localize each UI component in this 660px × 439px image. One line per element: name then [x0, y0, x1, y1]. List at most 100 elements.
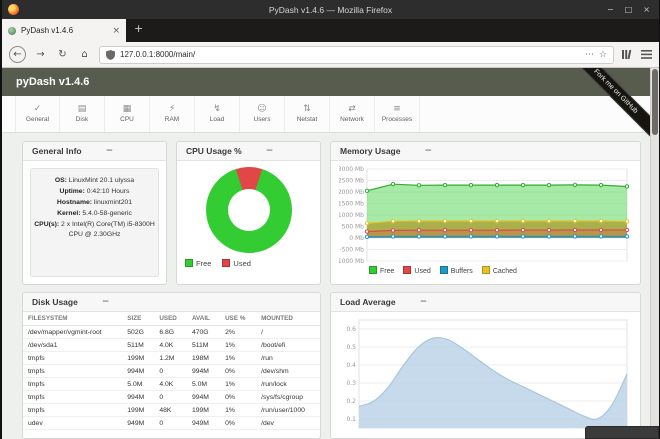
panel-memory-header: Memory Usage − — [331, 142, 640, 161]
legend-item: Buffers — [439, 266, 473, 275]
disk-col-header: Filesystem — [23, 312, 123, 326]
table-cell: 994M — [186, 390, 221, 404]
page-actions-icon[interactable]: ⋯ — [585, 50, 594, 60]
netstat-icon: ⇅ — [303, 104, 311, 114]
window-titlebar[interactable]: PyDash v1.4.6 — Mozilla Firefox − □ × — [2, 0, 659, 19]
svg-text:0 Mb: 0 Mb — [349, 235, 364, 242]
load-average-chart: 0.6 0.5 0.4 0.3 0.2 0.1 — [346, 319, 628, 429]
svg-text:1500 Mb: 1500 Mb — [339, 201, 364, 208]
collapse-button[interactable]: − — [266, 146, 274, 156]
collapse-button[interactable]: − — [420, 297, 428, 307]
table-cell: 199M — [186, 403, 221, 417]
nav-item-users[interactable]: ☺ Users — [240, 96, 285, 132]
svg-text:2000 Mb: 2000 Mb — [339, 189, 364, 196]
table-row: udev 949M 0 949M 0%/dev — [23, 416, 320, 430]
table-cell: /dev/mapper/vgmint-root — [23, 325, 123, 339]
page-viewport: pyDash v1.4.6 ✓ General ▤ Disk ▦ CPU ⚡ RAM ↯ Load… — [2, 68, 659, 439]
nav-item-network[interactable]: ⇄ Network — [330, 96, 375, 132]
table-cell: 4.0K — [154, 338, 187, 352]
home-icon[interactable]: ⌂ — [77, 49, 92, 60]
nav-item-netstat[interactable]: ⇅ Netstat — [285, 96, 330, 132]
nav-item-ram[interactable]: ⚡ RAM — [150, 96, 195, 132]
minimize-button[interactable]: − — [607, 5, 614, 14]
nav-label: Load — [209, 116, 225, 123]
table-row: /dev/sda1 511M 4.0K 511M 1%/boot/efi — [23, 338, 320, 352]
svg-text:0.2: 0.2 — [346, 398, 356, 405]
reload-icon[interactable]: ↻ — [55, 49, 70, 60]
scrollbar-thumb[interactable] — [652, 69, 658, 135]
tab-favicon-icon — [8, 26, 16, 35]
nav-item-processes[interactable]: ≡ Processes — [375, 96, 420, 132]
forward-icon[interactable]: → — [33, 49, 48, 60]
table-cell: 198M — [186, 351, 221, 365]
panel-title: Memory Usage — [340, 146, 401, 156]
nav-item-general[interactable]: ✓ General — [15, 96, 60, 132]
legend-item: Cached — [481, 266, 517, 275]
table-cell: 994M — [122, 364, 155, 378]
table-cell: 511M — [186, 338, 221, 352]
shield-icon[interactable] — [106, 49, 115, 60]
close-button[interactable]: × — [643, 5, 650, 14]
cpu-panel-body: Free Used — [177, 161, 320, 284]
table-cell: 48K — [154, 403, 187, 417]
network-icon: ⇄ — [348, 104, 356, 114]
url-bar[interactable]: 127.0.0.1:8000/main/ ⋯ ☆ — [99, 45, 614, 64]
svg-text:-1000 Mb: -1000 Mb — [339, 258, 364, 265]
table-cell: udev — [23, 416, 123, 430]
nav-item-load[interactable]: ↯ Load — [195, 96, 240, 132]
legend-swatch — [222, 259, 231, 267]
panel-disk-usage: Disk Usage − Filesystem Size Used Avail Use … — [22, 292, 321, 439]
table-cell: 0 — [154, 390, 187, 404]
table-cell: 4.0K — [154, 377, 187, 391]
collapse-button[interactable]: − — [102, 297, 110, 307]
back-icon[interactable]: ← — [9, 46, 26, 63]
table-row: tmpfs 5.0M 4.0K 5.0M 1%/run/lock — [23, 377, 320, 391]
table-cell: 199M — [122, 351, 155, 365]
table-cell: /run — [256, 351, 320, 365]
table-cell: 1% — [220, 403, 257, 417]
table-row: tmpfs 199M 1.2M 198M 1%/run — [23, 351, 320, 365]
new-tab-button[interactable]: + — [126, 19, 151, 42]
disk-col-header: Use % — [220, 312, 257, 326]
page-scrollbar[interactable] — [650, 68, 659, 439]
menu-icon[interactable] — [641, 50, 652, 59]
table-cell: /run/lock — [256, 377, 320, 391]
table-cell: 6.8G — [154, 325, 187, 339]
panel-disk-header: Disk Usage − — [23, 293, 320, 312]
library-icon[interactable] — [621, 49, 632, 60]
svg-text:0.3: 0.3 — [346, 380, 356, 387]
info-row: Uptime: 0:42:10 Hours — [59, 187, 130, 195]
svg-text:3000 Mb: 3000 Mb — [339, 166, 364, 173]
collapse-button[interactable]: − — [424, 146, 432, 156]
disk-usage-table: Filesystem Size Used Avail Use % Mounted /dev… — [23, 312, 320, 430]
panel-title: Disk Usage — [32, 297, 78, 307]
nav-item-disk[interactable]: ▤ Disk — [60, 96, 105, 132]
panel-title: CPU Usage % — [186, 146, 242, 156]
table-cell: 5.0M — [122, 377, 155, 391]
table-cell: /sys/fs/cgroup — [256, 390, 320, 404]
svg-text:2500 Mb: 2500 Mb — [339, 178, 364, 185]
nav-label: Disk — [75, 116, 89, 123]
window-title: PyDash v1.4.6 — Mozilla Firefox — [268, 4, 393, 15]
table-cell: 0 — [154, 364, 187, 378]
collapse-button[interactable]: − — [106, 146, 114, 156]
panel-title: Load Average — [340, 297, 396, 307]
maximize-button[interactable]: □ — [625, 5, 633, 14]
memory-usage-chart: 3000 Mb 2500 Mb 2000 Mb 1500 Mb 1000 Mb 500 M… — [339, 166, 630, 265]
tab-close-icon[interactable]: × — [112, 26, 120, 36]
bookmark-star-icon[interactable]: ☆ — [599, 50, 607, 60]
nav-label: Users — [253, 116, 271, 123]
panel-cpu-usage: CPU Usage % − Free Used — [176, 141, 321, 285]
table-cell: 0% — [220, 416, 257, 430]
table-cell: /boot/efi — [256, 338, 320, 352]
legend-item: Used — [403, 266, 431, 275]
info-row: Hostname: linuxmint201 — [56, 198, 133, 206]
tab-title: PyDash v1.4.6 — [21, 26, 74, 35]
url-text[interactable]: 127.0.0.1:8000/main/ — [120, 50, 580, 59]
browser-tab[interactable]: PyDash v1.4.6 × — [2, 19, 126, 42]
legend-item: Free — [185, 259, 211, 268]
panel-general-info: General Info − OS: LinuxMint 20.1 ulyssa… — [22, 141, 167, 285]
table-cell: /dev — [256, 416, 320, 430]
table-cell: tmpfs — [23, 377, 123, 391]
nav-item-cpu[interactable]: ▦ CPU — [105, 96, 150, 132]
